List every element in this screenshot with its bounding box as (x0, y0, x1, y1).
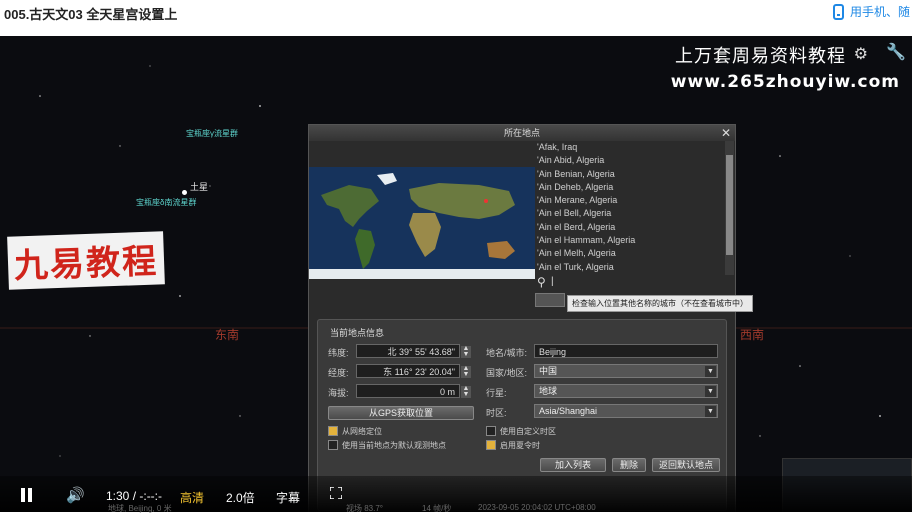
mobile-link-label: 用手机、随 (849, 5, 910, 19)
list-item[interactable]: 'Ain el Hammam, Algeria (535, 234, 725, 247)
gps-button[interactable]: 从GPS获取位置 (328, 406, 474, 420)
pause-icon[interactable] (20, 488, 33, 502)
dst-checkbox[interactable] (486, 440, 496, 450)
list-item[interactable]: 'Ain Deheb, Algeria (535, 181, 725, 194)
network-location-checkbox[interactable] (328, 426, 338, 436)
city-name-field[interactable]: Beijing (534, 344, 718, 358)
timezone-select[interactable]: Asia/Shanghai ▼ (534, 404, 718, 418)
list-item[interactable]: 'Ain el Bell, Algeria (535, 207, 725, 220)
country-value: 中国 (539, 366, 558, 376)
list-item[interactable]: 'Ain Abid, Algeria (535, 154, 725, 167)
altitude-value: 0 m (439, 387, 455, 397)
scroll-thumb[interactable] (726, 155, 733, 255)
direction-southeast: 东南 (215, 328, 240, 342)
brand-logo: 九易教程 (7, 231, 165, 290)
planet-label: 行星: (486, 388, 507, 398)
custom-timezone-label: 使用自定义时区 (500, 427, 556, 436)
longitude-spinner[interactable]: ▲ ▼ (461, 365, 471, 378)
list-item[interactable]: 'Ain el Turk, Algeria (535, 261, 725, 274)
gear-icon[interactable]: ⚙ (854, 44, 868, 64)
quality-button[interactable]: 高清 (180, 489, 204, 506)
timezone-value: Asia/Shanghai (539, 406, 598, 416)
reset-default-button[interactable]: 返回默认地点 (652, 458, 720, 472)
latitude-label: 纬度: (328, 348, 349, 358)
altitude-field[interactable]: 0 m ▲ ▼ (356, 384, 471, 398)
city-name-label: 地名/城市: (486, 348, 528, 358)
planet-value: 地球 (539, 386, 558, 396)
panel-title: 当前地点信息 (330, 328, 385, 338)
meteor-shower-label-2: 宝瓶座δ南流星群 (136, 198, 197, 207)
latitude-field[interactable]: 北 39° 55' 43.68" ▲ ▼ (356, 344, 471, 358)
top-bar: 005.古天文03 全天星宫设置上 用手机、随 (0, 0, 912, 28)
video-player[interactable]: 上万套周易资料教程 ⚙ 🔧 www.265zhouyiw.com 九易教程 宝瓶… (0, 36, 912, 512)
phone-icon (832, 3, 844, 20)
chevron-down-icon: ▼ (705, 366, 716, 377)
search-tooltip: 检查输入位置其他名称的城市（不在查看城市中） (567, 295, 753, 312)
default-location-label: 使用当前地点为默认观测地点 (342, 441, 446, 450)
search-button[interactable] (535, 293, 565, 307)
dialog-title: 所在地点 (503, 128, 540, 138)
meteor-shower-label-1: 宝瓶座γ流星群 (186, 129, 238, 138)
altitude-label: 海拔: (328, 388, 349, 398)
longitude-label: 经度: (328, 368, 349, 378)
city-search-row[interactable]: ⚲ | (535, 275, 731, 291)
planet-select[interactable]: 地球 ▼ (534, 384, 718, 398)
world-map[interactable] (309, 167, 535, 279)
list-item[interactable]: 'Afak, Iraq (535, 141, 725, 154)
dialog-title-bar: 所在地点 ✕ (309, 125, 735, 141)
direction-southwest: 西南 (740, 328, 765, 342)
chevron-down-icon: ▼ (705, 406, 716, 417)
location-dialog: 所在地点 ✕ 'Afak, Iraq 'Ain Abid, Algeria 'A… (308, 124, 753, 512)
list-item[interactable]: 'Ain Benian, Algeria (535, 168, 725, 181)
player-controls: 🔊 1:30 / -:--:- 高清 2.0倍 字幕 地球, Beijing, … (0, 476, 912, 513)
watermark-text: 上万套周易资料教程 (675, 46, 846, 66)
network-location-label: 从网络定位 (342, 427, 382, 436)
saturn-label: 土星 (190, 182, 209, 192)
watermark-url: www.265zhouyiw.com (670, 72, 900, 92)
fullscreen-icon[interactable] (330, 487, 342, 499)
default-location-checkbox[interactable] (328, 440, 338, 450)
list-item[interactable]: 'Ain el Berd, Algeria (535, 221, 725, 234)
mobile-watch-link[interactable]: 用手机、随 (832, 3, 910, 20)
close-icon[interactable]: ✕ (721, 125, 731, 141)
dst-label: 启用夏令时 (500, 441, 540, 450)
status-location: 地球, Beijing, 0 米 (108, 504, 172, 513)
list-item[interactable]: 'Ain el Melh, Algeria (535, 247, 725, 260)
time-display: 1:30 / -:--:- (106, 489, 163, 503)
status-datetime: 2023-09-05 20:04:02 UTC+08:00 (478, 503, 596, 512)
speed-button[interactable]: 2.0倍 (226, 489, 255, 506)
longitude-field[interactable]: 东 116° 23' 20.04" ▲ ▼ (356, 364, 471, 378)
status-fps: 14 帧/秒 (422, 504, 452, 513)
saturn-dot (182, 190, 187, 195)
country-label: 国家/地区: (486, 368, 528, 378)
search-icon: ⚲ (537, 275, 546, 289)
latitude-value: 北 39° 55' 43.68" (387, 347, 455, 357)
subtitle-button[interactable]: 字幕 (276, 489, 300, 506)
search-input[interactable]: | (551, 276, 554, 287)
volume-icon[interactable]: 🔊 (66, 486, 85, 504)
latitude-spinner[interactable]: ▲ ▼ (461, 345, 471, 358)
status-fov: 视场 83.7° (346, 504, 383, 513)
timezone-label: 时区: (486, 408, 507, 418)
country-select[interactable]: 中国 ▼ (534, 364, 718, 378)
chevron-down-icon: ▼ (705, 386, 716, 397)
longitude-value: 东 116° 23' 20.04" (383, 367, 455, 377)
altitude-spinner[interactable]: ▲ ▼ (461, 385, 471, 398)
custom-timezone-checkbox[interactable] (486, 426, 496, 436)
list-item[interactable]: 'Ain Merane, Algeria (535, 194, 725, 207)
add-to-list-button[interactable]: 加入列表 (540, 458, 606, 472)
city-list-scrollbar[interactable] (725, 141, 734, 275)
wrench-icon[interactable]: 🔧 (886, 42, 906, 62)
delete-button[interactable]: 删除 (612, 458, 646, 472)
city-list[interactable]: 'Afak, Iraq 'Ain Abid, Algeria 'Ain Beni… (535, 141, 725, 274)
page-title: 005.古天文03 全天星宫设置上 (4, 7, 178, 22)
